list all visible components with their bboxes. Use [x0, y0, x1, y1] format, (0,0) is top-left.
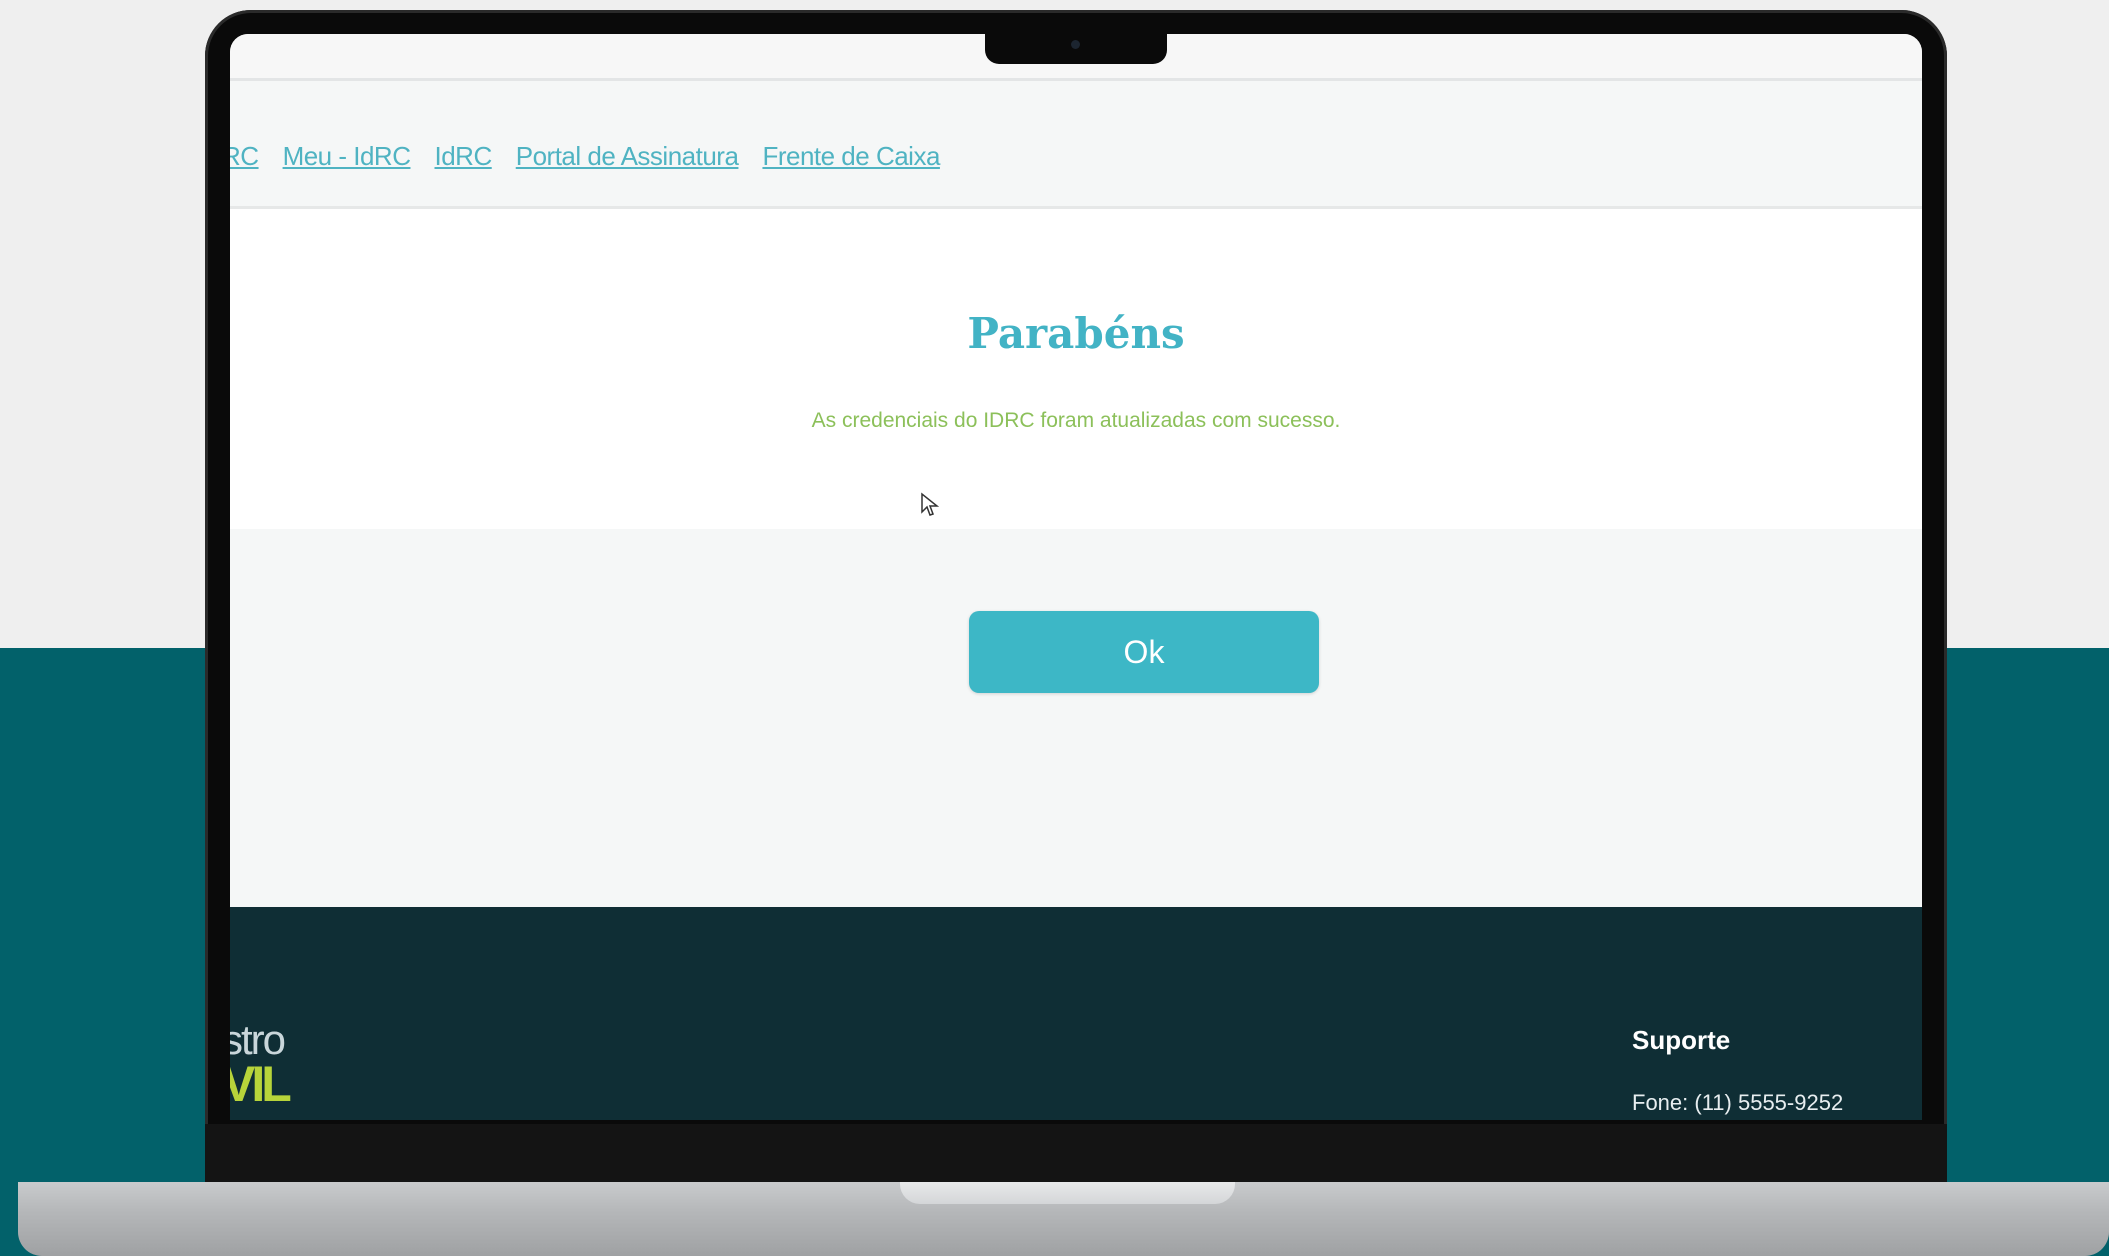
nav-link-portal-de-assinatura[interactable]: Portal de Assinatura	[516, 141, 739, 172]
site-footer: stro VIL Suporte Fone: (11) 5555-9252	[230, 907, 1922, 1120]
action-area: Ok	[230, 529, 1922, 935]
nav-link-idrc[interactable]: IdRC	[434, 141, 492, 172]
mouse-cursor-icon	[921, 492, 940, 516]
nav-links: RC Meu - IdRC IdRC Portal de Assinatura …	[230, 141, 940, 172]
support-phone: Fone: (11) 5555-9252	[1632, 1090, 1844, 1115]
logo-text-top: stro	[230, 1016, 286, 1063]
laptop-chin	[205, 1124, 1947, 1182]
success-message: As credenciais do IDRC foram atualizadas…	[811, 409, 1341, 432]
laptop-base-notch	[900, 1182, 1235, 1204]
support-title: Suporte	[1632, 1025, 1731, 1055]
brand-logo: stro VIL	[230, 1016, 292, 1112]
nav-link-frente-de-caixa[interactable]: Frente de Caixa	[762, 141, 940, 172]
top-navigation: RC Meu - IdRC IdRC Portal de Assinatura …	[230, 81, 1922, 209]
logo-text-bottom: VIL	[230, 1056, 292, 1112]
nav-link-meu-idrc[interactable]: Meu - IdRC	[283, 141, 411, 172]
success-panel: Parabéns As credenciais do IDRC foram at…	[230, 209, 1922, 529]
support-info: Suporte Fone: (11) 5555-9252	[1632, 1025, 1843, 1116]
laptop-screen: RC Meu - IdRC IdRC Portal de Assinatura …	[230, 34, 1922, 1120]
dialog-title: Parabéns	[967, 309, 1185, 358]
ok-button[interactable]: Ok	[969, 611, 1319, 693]
camera-icon	[1071, 40, 1080, 49]
laptop-notch	[985, 26, 1167, 64]
nav-link-rc[interactable]: RC	[230, 141, 259, 172]
